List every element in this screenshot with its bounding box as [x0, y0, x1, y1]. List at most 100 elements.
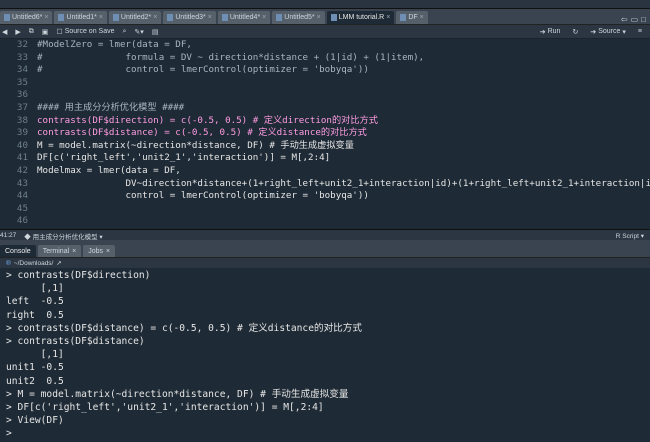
line-number: 38: [16, 114, 28, 126]
close-icon[interactable]: ×: [262, 14, 266, 21]
close-icon[interactable]: ×: [72, 248, 76, 255]
console-line: > M = model.matrix(~direction*distance, …: [6, 388, 349, 400]
tab-label: Untitled3*: [175, 14, 206, 21]
section-indicator[interactable]: ◆ 用主成分分析优化模型 ▾: [24, 231, 102, 241]
close-icon[interactable]: ×: [317, 14, 321, 21]
console-line: left -0.5: [6, 296, 64, 308]
close-icon[interactable]: ×: [106, 248, 110, 255]
console-line: > DF[c('right_left','unit2_1','interacti…: [6, 401, 324, 413]
console-prompt[interactable]: >: [6, 427, 650, 440]
code-line: 38 contrasts(DF$direction) = c(-0.5, 0.5)…: [0, 115, 650, 128]
tab-label: Untitled5*: [284, 14, 315, 21]
code-line: 42 Modelmax = lmer(data = DF,: [0, 165, 650, 178]
console-line: [,1]: [6, 349, 64, 361]
tab-untitled6[interactable]: Untitled6* ×: [0, 11, 53, 24]
code-text: # formula = DV ~ direction*distance + (1…: [37, 51, 425, 63]
rerun-icon[interactable]: ↻: [570, 28, 580, 36]
line-number: 36: [16, 89, 28, 101]
tab-console[interactable]: Console: [0, 245, 36, 257]
console-line: > View(DF): [6, 415, 64, 427]
app-topbar: [0, 0, 650, 9]
search-icon[interactable]: ⌕: [121, 28, 129, 36]
console-line: [,1]: [6, 283, 64, 295]
file-icon: [58, 14, 65, 21]
console-output[interactable]: > contrasts(DF$direction) [,1] left -0.5…: [0, 269, 650, 442]
tab-label: Console: [5, 247, 31, 255]
chevron-down-icon: ▾: [622, 28, 626, 36]
pane-controls: ⇦ ▭ □: [621, 15, 650, 24]
line-number: 39: [16, 127, 28, 139]
console-line: right 0.5: [6, 309, 64, 321]
code-line: 46: [0, 215, 650, 228]
code-text: contrasts(DF$distance) = c(-0.5, 0.5) # …: [37, 127, 367, 139]
magic-wand-icon[interactable]: ✎▾: [132, 28, 145, 36]
close-icon[interactable]: ×: [99, 14, 103, 21]
close-icon[interactable]: ×: [386, 14, 390, 21]
file-icon: [4, 14, 10, 21]
working-directory[interactable]: ~/Downloads/: [14, 260, 54, 267]
code-text: #### 用主成分分析优化模型 ####: [37, 101, 185, 113]
code-text: DF[c('right_left','unit2_1','interaction…: [37, 152, 331, 164]
tab-label: Untitled4*: [229, 14, 261, 21]
code-line: 41 DF[c('right_left','unit2_1','interacti…: [0, 152, 650, 165]
run-button[interactable]: ➔ Run: [538, 28, 563, 36]
close-icon[interactable]: ×: [420, 14, 424, 21]
code-line: 33 # formula = DV ~ direction*distance + …: [0, 52, 650, 65]
save-icon[interactable]: ▣: [40, 28, 51, 36]
console-path: ® ~/Downloads/ ➚: [0, 258, 650, 268]
back-arrow-icon[interactable]: ◀: [0, 28, 9, 36]
close-icon[interactable]: ×: [208, 14, 212, 21]
file-icon: [112, 14, 119, 21]
go-to-directory-icon[interactable]: ➚: [56, 259, 61, 267]
file-icon: [221, 14, 228, 21]
code-text: control = lmerControl(optimizer = 'bobyq…: [37, 190, 369, 202]
minimize-pane-icon[interactable]: ▭: [631, 15, 639, 24]
source-label: Source: [598, 28, 621, 35]
line-number: 32: [16, 39, 28, 50]
tab-label: Jobs: [88, 247, 104, 255]
compile-report-icon[interactable]: ▤: [150, 28, 161, 36]
show-in-window-icon[interactable]: ⧉: [27, 28, 36, 36]
tab-untitled4[interactable]: Untitled4* ×: [217, 11, 271, 24]
line-number: 41: [16, 152, 28, 164]
source-on-save-checkbox[interactable]: ☐ Source on Save: [54, 28, 116, 36]
tab-lmm-tutorial[interactable]: LMM tutorial.R ×: [326, 11, 395, 24]
tab-jobs[interactable]: Jobs ×: [83, 245, 116, 257]
tab-label: LMM tutorial.R: [338, 14, 385, 21]
code-line: 43 DV~direction*distance+(1+right_left+u…: [0, 178, 650, 191]
maximize-pane-icon[interactable]: □: [641, 15, 646, 24]
code-line: 44 control = lmerControl(optimizer = 'bo…: [0, 190, 650, 203]
file-type-selector[interactable]: R Script ▾: [616, 232, 650, 240]
back-icon[interactable]: ⇦: [621, 15, 628, 24]
tab-label: Terminal: [42, 247, 70, 255]
outline-icon[interactable]: ≡: [636, 28, 644, 36]
forward-arrow-icon[interactable]: ▶: [13, 28, 22, 36]
source-button[interactable]: ➔ Source ▾: [588, 28, 628, 36]
run-arrow-icon: ➔: [539, 28, 546, 36]
cursor-position: 41:27: [0, 232, 17, 239]
tab-df[interactable]: DF ×: [396, 11, 428, 24]
code-line: 35: [0, 77, 650, 90]
line-number: 43: [16, 177, 28, 189]
code-line: 34 # control = lmerControl(optimizer = 'b…: [0, 64, 650, 77]
r-file-icon: [330, 14, 337, 21]
code-editor[interactable]: 32 #ModelZero = lmer(data = DF, 33 # formu…: [0, 39, 650, 229]
close-icon[interactable]: ×: [44, 14, 48, 21]
line-number: 46: [16, 215, 28, 227]
tab-untitled1[interactable]: Untitled1* ×: [54, 11, 107, 24]
line-number: 35: [16, 76, 28, 88]
tab-untitled3[interactable]: Untitled3* ×: [163, 11, 216, 24]
line-number: 42: [16, 164, 28, 176]
code-text: DV~direction*distance+(1+right_left+unit…: [37, 177, 650, 189]
line-number: 45: [16, 202, 28, 214]
code-text: #ModelZero = lmer(data = DF,: [37, 39, 192, 50]
tab-untitled2[interactable]: Untitled2* ×: [108, 11, 162, 24]
code-line: 37 #### 用主成分分析优化模型 ####: [0, 102, 650, 115]
tab-label: Untitled6*: [12, 14, 43, 21]
tab-untitled5[interactable]: Untitled5* ×: [272, 11, 325, 24]
line-number: 40: [16, 139, 28, 151]
file-icon: [167, 14, 174, 21]
close-icon[interactable]: ×: [153, 14, 157, 21]
tab-terminal[interactable]: Terminal ×: [37, 245, 82, 257]
code-line: 39 contrasts(DF$distance) = c(-0.5, 0.5) …: [0, 127, 650, 140]
